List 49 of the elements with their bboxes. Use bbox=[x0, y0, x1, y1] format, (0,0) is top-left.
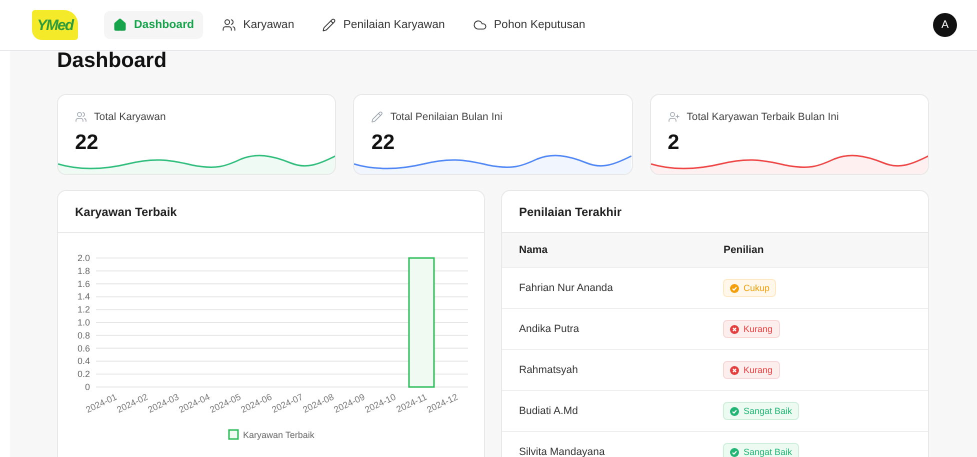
stat-value: 22 bbox=[75, 131, 100, 155]
rating-badge: Kurang bbox=[723, 320, 780, 338]
column-header: Penilian bbox=[706, 233, 928, 268]
y-tick-label: 1.8 bbox=[77, 266, 90, 276]
stat-label: Total Karyawan bbox=[94, 111, 166, 123]
avatar[interactable]: A bbox=[933, 13, 957, 37]
legend-label: Karyawan Terbaik bbox=[243, 430, 314, 440]
users-icon bbox=[222, 18, 236, 32]
check-circle-icon bbox=[730, 406, 740, 416]
rating-badge: Sangat Baik bbox=[723, 402, 800, 420]
table-cell: Andika Putra bbox=[502, 308, 706, 350]
y-tick-label: 0.2 bbox=[77, 369, 90, 380]
page-title: Dashboard bbox=[57, 51, 168, 74]
cloud-icon bbox=[472, 18, 487, 32]
stat-value: 2 bbox=[668, 131, 680, 155]
nav-link[interactable]: Karyawan bbox=[213, 11, 304, 39]
legend-swatch bbox=[228, 429, 239, 440]
users-icon bbox=[75, 111, 87, 123]
x-circle-icon bbox=[730, 324, 740, 334]
nav-link[interactable]: Penilaian Karyawan bbox=[313, 11, 454, 39]
rating-badge: Sangat Baik bbox=[723, 443, 800, 457]
rating-badge: Kurang bbox=[723, 361, 780, 379]
user-plus-icon bbox=[668, 111, 680, 123]
y-tick-label: 0.6 bbox=[77, 343, 90, 354]
rating-badge: Cukup bbox=[723, 279, 776, 297]
check-circle-icon bbox=[730, 448, 740, 456]
stat-label: Total Karyawan Terbaik Bulan Ini bbox=[686, 111, 839, 123]
table-cell: Budiati A.Md bbox=[502, 390, 706, 432]
y-tick-label: 0.8 bbox=[77, 330, 90, 340]
y-tick-label: 1.6 bbox=[77, 278, 90, 289]
home-icon bbox=[113, 18, 127, 32]
table-cell: Rahmatsyah bbox=[502, 350, 706, 390]
table-cell: Silvita Mandayana bbox=[502, 432, 706, 457]
y-tick-label: 1.4 bbox=[77, 292, 90, 302]
nav-link[interactable]: Pohon Keputusan bbox=[464, 11, 594, 39]
column-header: Nama bbox=[502, 233, 706, 268]
pencil-icon bbox=[371, 111, 384, 123]
stat-value: 22 bbox=[371, 131, 396, 155]
pencil-icon bbox=[322, 18, 336, 32]
panel-title: Karyawan Terbaik bbox=[58, 191, 484, 233]
y-tick-label: 1.0 bbox=[77, 318, 90, 328]
y-tick-label: 1.2 bbox=[77, 304, 90, 315]
y-tick-label: 0 bbox=[84, 382, 90, 392]
table-cell: Fahrian Nur Ananda bbox=[502, 268, 706, 308]
stat-label: Total Penilaian Bulan Ini bbox=[390, 111, 502, 123]
y-tick-label: 2.0 bbox=[77, 253, 90, 263]
y-tick-label: 0.4 bbox=[77, 356, 90, 366]
x-circle-icon bbox=[730, 366, 740, 374]
check-circle-icon bbox=[730, 284, 740, 292]
